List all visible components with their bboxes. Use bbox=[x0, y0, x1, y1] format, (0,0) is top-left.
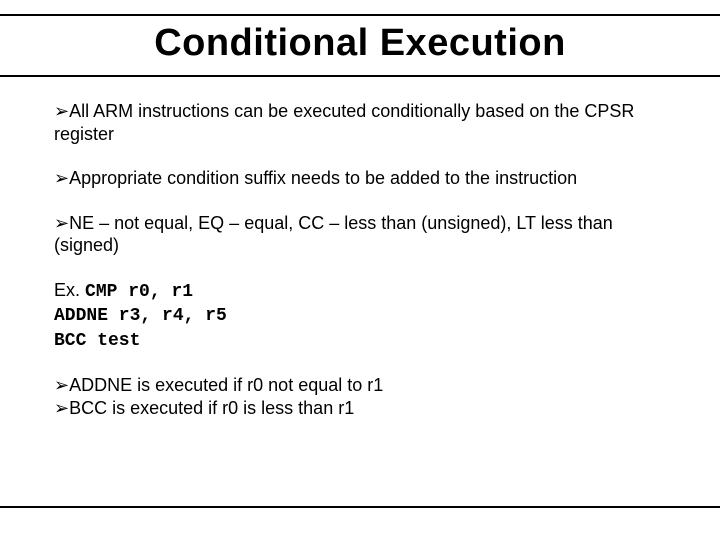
bullet-group-tight: ➢ADDNE is executed if r0 not equal to r1… bbox=[54, 374, 666, 419]
bullet-item: ➢NE – not equal, EQ – equal, CC – less t… bbox=[54, 212, 666, 257]
footer-divider bbox=[0, 506, 720, 508]
example-label: Ex. bbox=[54, 280, 80, 300]
code-line: BCC test bbox=[54, 331, 140, 351]
bullet-item: ➢BCC is executed if r0 is less than r1 bbox=[54, 397, 666, 420]
bullet-text: All ARM instructions can be executed con… bbox=[54, 101, 634, 144]
bullet-text: Appropriate condition suffix needs to be… bbox=[69, 168, 577, 188]
bullet-item: ➢ADDNE is executed if r0 not equal to r1 bbox=[54, 374, 666, 397]
bullet-text: ADDNE is executed if r0 not equal to r1 bbox=[69, 375, 383, 395]
code-line: CMP r0, r1 bbox=[85, 282, 193, 302]
title-band: Conditional Execution bbox=[0, 14, 720, 77]
bullet-arrow-icon: ➢ bbox=[54, 213, 69, 233]
bullet-item: ➢Appropriate condition suffix needs to b… bbox=[54, 167, 666, 190]
bullet-arrow-icon: ➢ bbox=[54, 398, 69, 418]
bullet-item: ➢All ARM instructions can be executed co… bbox=[54, 100, 666, 145]
bullet-arrow-icon: ➢ bbox=[54, 101, 69, 121]
bullet-text: NE – not equal, EQ – equal, CC – less th… bbox=[54, 213, 613, 256]
slide: Conditional Execution ➢All ARM instructi… bbox=[0, 0, 720, 540]
bullet-arrow-icon: ➢ bbox=[54, 375, 69, 395]
slide-title: Conditional Execution bbox=[0, 22, 720, 65]
bullet-text: BCC is executed if r0 is less than r1 bbox=[69, 398, 354, 418]
code-line: ADDNE r3, r4, r5 bbox=[54, 306, 227, 326]
bullet-arrow-icon: ➢ bbox=[54, 168, 69, 188]
slide-content: ➢All ARM instructions can be executed co… bbox=[54, 100, 666, 419]
example-block: Ex. CMP r0, r1 ADDNE r3, r4, r5 BCC test bbox=[54, 279, 666, 353]
